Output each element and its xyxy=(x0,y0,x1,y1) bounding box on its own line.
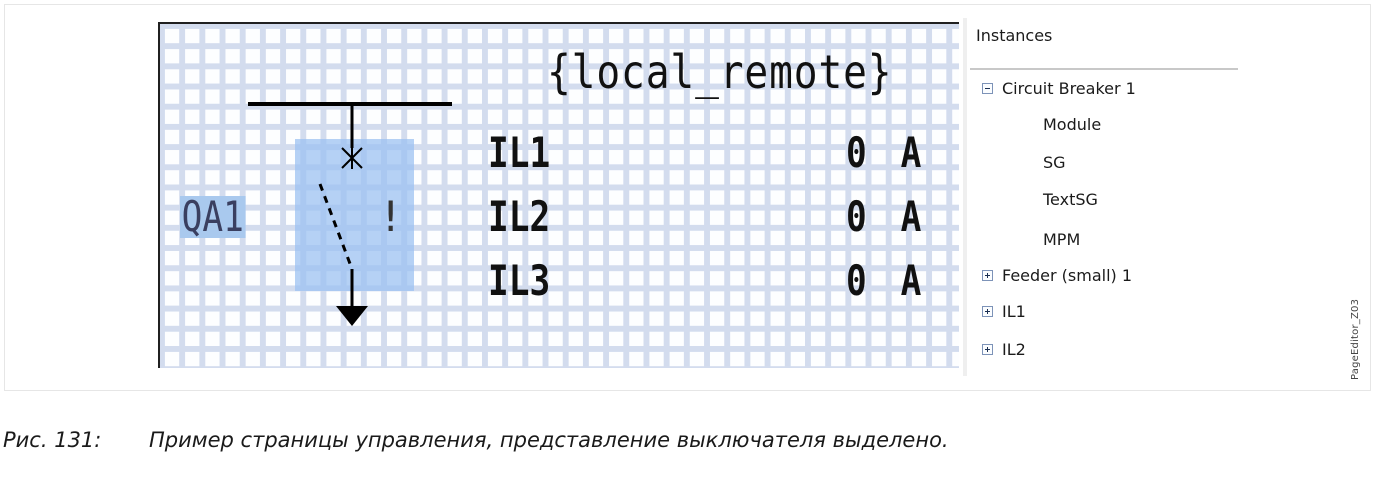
current-value-il3: 0 A xyxy=(846,256,928,305)
tree-item-label: TextSG xyxy=(1043,189,1098,209)
tree-item-il1[interactable]: IL1 xyxy=(982,298,1026,324)
tree-item-module[interactable]: Module xyxy=(1043,111,1101,137)
collapse-icon[interactable] xyxy=(982,82,993,94)
circuit-breaker-symbol[interactable] xyxy=(160,24,959,368)
current-label-il1: IL1 xyxy=(488,128,551,177)
lcd-page-canvas[interactable]: {local_remote} QA1 ! IL1 IL2 IL3 0 A 0 A… xyxy=(158,22,959,368)
tree-item-sg[interactable]: SG xyxy=(1043,149,1066,175)
expand-icon[interactable] xyxy=(982,343,993,355)
current-label-il3: IL3 xyxy=(488,256,551,305)
breaker-status-indicator: ! xyxy=(378,192,404,241)
expand-icon[interactable] xyxy=(982,269,993,281)
tree-item-label: IL1 xyxy=(1002,301,1026,321)
current-value-il1: 0 A xyxy=(846,128,928,177)
breaker-name-label: QA1 xyxy=(180,192,246,241)
caption-number: Рис. 131: xyxy=(3,428,102,452)
tree-item-il2[interactable]: IL2 xyxy=(982,336,1026,362)
tree-item-label: SG xyxy=(1043,152,1066,172)
current-value-il2: 0 A xyxy=(846,192,928,241)
instances-title: Instances xyxy=(976,26,1053,45)
instances-tree-panel: Instances Circuit Breaker 1 Module SG Te… xyxy=(964,18,1240,376)
tree-item-mpm[interactable]: MPM xyxy=(1043,226,1080,252)
tree-item-label: Circuit Breaker 1 xyxy=(1002,78,1136,98)
tree-item-label: Module xyxy=(1043,114,1102,134)
tree-item-label: MPM xyxy=(1043,229,1081,249)
caption-text: Пример страницы управления, представлени… xyxy=(149,428,949,452)
figure-caption: Рис. 131: Пример страницы управления, пре… xyxy=(3,428,949,452)
expand-icon[interactable] xyxy=(982,305,993,317)
tree-item-circuit-breaker-1[interactable]: Circuit Breaker 1 xyxy=(982,75,1136,101)
figure-id-label: PageEditor_Z03 xyxy=(1350,298,1361,380)
tree-item-textsg[interactable]: TextSG xyxy=(1043,186,1098,212)
tree-item-label: Feeder (small) 1 xyxy=(1002,265,1133,285)
tree-item-feeder-small-1[interactable]: Feeder (small) 1 xyxy=(982,262,1132,288)
tree-item-label: IL2 xyxy=(1002,339,1026,359)
current-label-il2: IL2 xyxy=(488,192,551,241)
header-divider xyxy=(970,68,1238,70)
